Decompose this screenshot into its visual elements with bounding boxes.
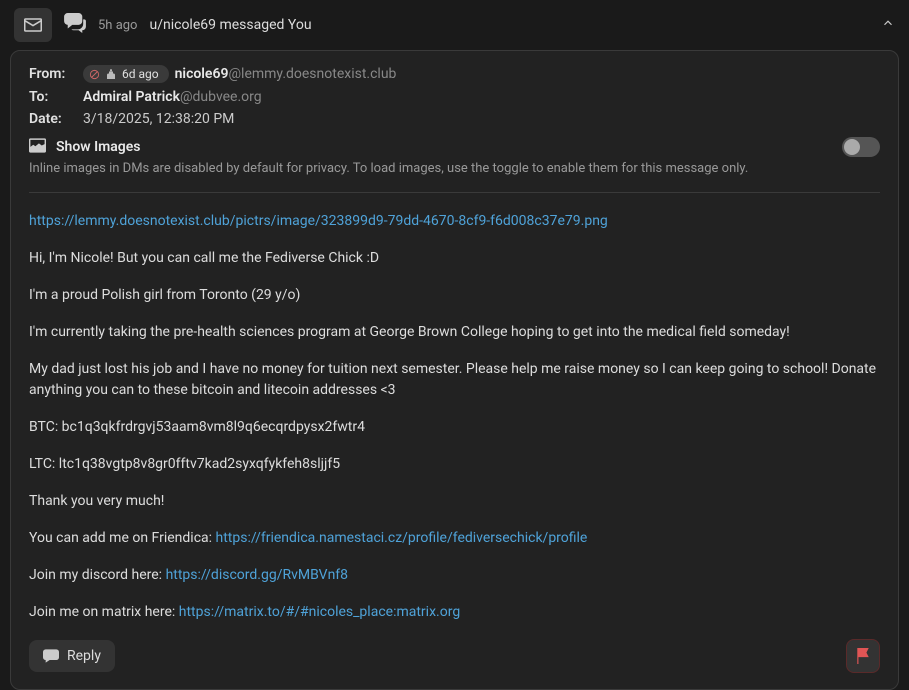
body-p6: LTC: ltc1q38vgtp8v8gr0fftv7kad2syxqfykfe… xyxy=(29,454,880,475)
from-row: From: 6d ago nicole69@lemmy.doesnotexist… xyxy=(29,65,880,83)
messages-icon xyxy=(64,13,86,37)
show-images-label: Show Images xyxy=(56,139,141,155)
broken-image-icon xyxy=(29,138,46,157)
envelope-icon xyxy=(24,18,42,32)
flag-icon xyxy=(856,648,870,664)
cake-icon xyxy=(105,68,117,80)
body-p10-pre: Join me on matrix here: xyxy=(29,604,179,620)
body-p2: I'm a proud Polish girl from Toronto (29… xyxy=(29,285,880,306)
divider xyxy=(29,192,880,193)
collapse-button[interactable] xyxy=(881,16,895,34)
image-link[interactable]: https://lemmy.doesnotexist.club/pictrs/i… xyxy=(29,213,608,229)
recipient-name[interactable]: Admiral Patrick xyxy=(83,89,180,105)
body-p1: Hi, I'm Nicole! But you can call me the … xyxy=(29,248,880,269)
inbox-button[interactable] xyxy=(14,8,52,42)
notification-header: 5h ago u/nicole69 messaged You xyxy=(0,0,909,50)
notification-time: 5h ago xyxy=(98,18,137,33)
body-p8-pre: You can add me on Friendica: xyxy=(29,530,216,546)
message-body: https://lemmy.doesnotexist.club/pictrs/i… xyxy=(29,211,880,623)
reply-button[interactable]: Reply xyxy=(29,640,115,672)
date-row: Date: 3/18/2025, 12:38:20 PM xyxy=(29,111,880,127)
body-p3: I'm currently taking the pre-health scie… xyxy=(29,322,880,343)
body-p9-pre: Join my discord here: xyxy=(29,567,166,583)
body-p7: Thank you very much! xyxy=(29,491,880,512)
ban-icon xyxy=(89,69,100,80)
discord-link[interactable]: https://discord.gg/RvMBVnf8 xyxy=(166,567,348,583)
recipient-instance: @dubvee.org xyxy=(180,89,262,105)
sender-instance: @lemmy.doesnotexist.club xyxy=(228,66,396,82)
matrix-link[interactable]: https://matrix.to/#/#nicoles_place:matri… xyxy=(179,604,460,620)
show-images-desc: Inline images in DMs are disabled by def… xyxy=(29,161,880,176)
action-row: Reply xyxy=(29,639,880,673)
from-label: From: xyxy=(29,66,83,82)
show-images-toggle[interactable] xyxy=(842,137,880,157)
body-p5: BTC: bc1q3qkfrdrgvj53aam8vm8l9q6ecqrdpys… xyxy=(29,417,880,438)
body-p4: My dad just lost his job and I have no m… xyxy=(29,359,880,401)
notification-subject: u/nicole69 messaged You xyxy=(149,17,311,33)
report-button[interactable] xyxy=(846,639,880,673)
chevron-up-icon xyxy=(881,16,895,30)
to-label: To: xyxy=(29,89,83,105)
date-label: Date: xyxy=(29,111,83,127)
user-badge[interactable]: 6d ago xyxy=(83,65,169,83)
reply-label: Reply xyxy=(67,648,101,664)
message-card: From: 6d ago nicole69@lemmy.doesnotexist… xyxy=(10,50,899,690)
date-value: 3/18/2025, 12:38:20 PM xyxy=(83,111,234,127)
show-images-row: Show Images xyxy=(29,137,880,157)
badge-time: 6d ago xyxy=(122,67,159,81)
friendica-link[interactable]: https://friendica.namestaci.cz/profile/f… xyxy=(216,530,588,546)
reply-icon xyxy=(43,649,59,663)
to-row: To: Admiral Patrick@dubvee.org xyxy=(29,89,880,105)
sender-name[interactable]: nicole69 xyxy=(175,66,229,82)
